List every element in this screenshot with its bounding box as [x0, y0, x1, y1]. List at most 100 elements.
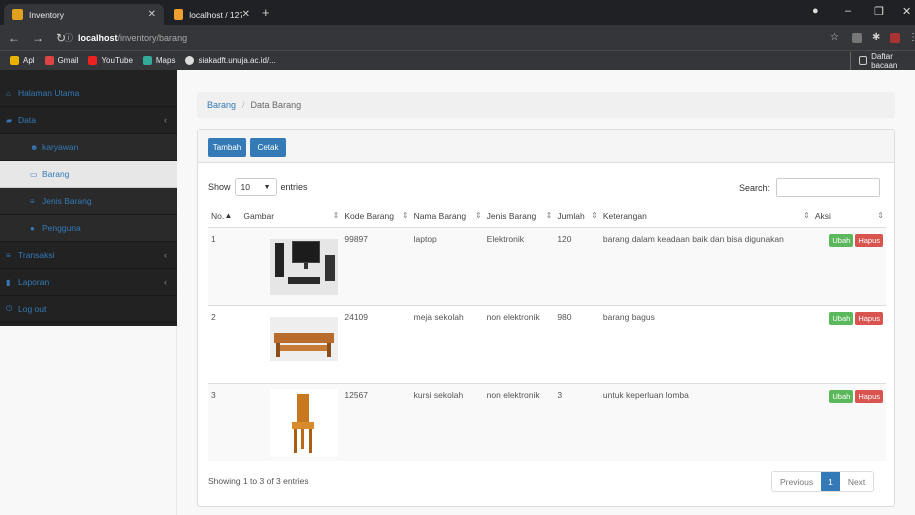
- app-favicon-icon: [12, 9, 23, 20]
- add-button[interactable]: Tambah: [208, 138, 246, 157]
- cell-jenis: non elektronik: [483, 304, 555, 383]
- sidebar-item-jenis-barang[interactable]: ≡ Jenis Barang: [0, 188, 177, 215]
- bookmarks-bar: Apl Gmail YouTube Maps siakadft.unuja.ac…: [0, 50, 915, 70]
- cell-actions: Ubah Hapus: [811, 304, 886, 383]
- entries-control: Show 10 ▼ entries: [208, 178, 308, 196]
- cell-jumlah: 120: [554, 226, 600, 305]
- cell-kode: 99897: [341, 226, 411, 305]
- file-icon: ▮: [6, 277, 11, 287]
- globe-icon: [185, 56, 195, 65]
- cell-actions: Ubah Hapus: [811, 382, 886, 461]
- sidebar-item-transaksi[interactable]: ≡ Transaksi ‹: [0, 242, 177, 269]
- puzzle-icon[interactable]: ✱: [872, 32, 880, 43]
- new-tab-icon[interactable]: +: [262, 5, 270, 20]
- sidebar-item-karyawan[interactable]: ☻ karyawan: [0, 134, 177, 161]
- sidebar-item-label: Pengguna: [42, 223, 81, 233]
- sidebar-item-barang[interactable]: ▭ Barang: [0, 161, 177, 188]
- cell-nama: laptop: [410, 226, 484, 305]
- cell-no: 3: [208, 382, 241, 461]
- edit-button[interactable]: Ubah: [829, 233, 854, 247]
- bookmark-youtube[interactable]: YouTube: [88, 56, 133, 65]
- browser-tab-bar: Inventory ✕ localhost / 127.0.0.1 / inve…: [0, 0, 915, 25]
- restore-icon[interactable]: ❐: [874, 5, 884, 18]
- school-chair-image: [270, 388, 339, 457]
- close-tab-icon[interactable]: ✕: [242, 9, 250, 20]
- maps-icon: [142, 56, 152, 65]
- next-page-button[interactable]: Next: [840, 472, 873, 491]
- minimize-icon[interactable]: –: [845, 5, 851, 17]
- cell-jumlah: 980: [554, 304, 600, 383]
- user-icon: ●: [30, 223, 35, 233]
- header-label: No.: [211, 210, 225, 221]
- forward-icon[interactable]: →: [32, 31, 44, 45]
- sort-icon: ⇕: [877, 211, 884, 220]
- sidebar-empty-area: [0, 326, 177, 515]
- delete-button[interactable]: Hapus: [855, 311, 883, 325]
- tab-inventory[interactable]: Inventory ✕: [4, 4, 164, 25]
- print-button[interactable]: Cetak: [250, 138, 286, 157]
- delete-button[interactable]: Hapus: [855, 233, 883, 247]
- breadcrumb-current: Data Barang: [250, 100, 302, 110]
- breadcrumb-barang[interactable]: Barang: [207, 100, 236, 110]
- column-header-nama[interactable]: Nama Barang ⇕: [410, 205, 484, 228]
- url-path: /inventory/barang: [117, 32, 188, 43]
- entries-select[interactable]: 10 ▼: [234, 178, 277, 196]
- cell-nama: kursi sekolah: [410, 382, 484, 461]
- sidebar-item-data[interactable]: ▰ Data ‹: [0, 107, 177, 134]
- page-1-button[interactable]: 1: [821, 472, 840, 491]
- close-tab-icon[interactable]: ✕: [148, 9, 156, 20]
- column-header-jumlah[interactable]: Jumlah ⇕: [554, 205, 600, 228]
- cell-kode: 24109: [341, 304, 411, 383]
- sidebar-item-logout[interactable]: ⏻ Log out: [0, 296, 177, 323]
- url-bar[interactable]: ⓘ localhost/inventory/barang: [62, 28, 822, 47]
- bookmark-maps[interactable]: Maps: [142, 56, 175, 65]
- tab-title: Inventory: [29, 9, 64, 20]
- edit-button[interactable]: Ubah: [829, 311, 854, 325]
- previous-page-button[interactable]: Previous: [772, 472, 821, 491]
- search-input[interactable]: [776, 178, 881, 197]
- edit-button[interactable]: Ubah: [829, 389, 854, 403]
- chevron-down-icon: ▼: [263, 183, 271, 191]
- sidebar-item-laporan[interactable]: ▮ Laporan ‹: [0, 269, 177, 296]
- chevron-left-icon: ‹: [164, 277, 167, 287]
- users-icon: ☻: [30, 142, 39, 152]
- table-header-row: No. ▲ Gambar ⇕ Kode Barang ⇕ Nama Barang ⇕ J…: [208, 205, 886, 228]
- sort-icon: ⇕: [545, 211, 553, 220]
- panel-heading: Tambah Cetak: [198, 130, 894, 163]
- chevron-left-icon: ‹: [164, 250, 167, 260]
- cell-jenis: Elektronik: [483, 226, 555, 305]
- column-header-keterangan[interactable]: Keterangan ⇕: [599, 205, 812, 228]
- column-header-jenis[interactable]: Jenis Barang ⇕: [483, 205, 555, 228]
- column-header-gambar[interactable]: Gambar ⇕: [240, 205, 342, 228]
- info-icon: ⓘ: [64, 33, 74, 43]
- sidebar-item-pengguna[interactable]: ● Pengguna: [0, 215, 177, 242]
- cell-keterangan: barang bagus: [599, 304, 812, 383]
- reading-list[interactable]: Daftar bacaan: [850, 51, 915, 70]
- column-header-kode[interactable]: Kode Barang ⇕: [341, 205, 411, 228]
- back-icon[interactable]: ←: [8, 31, 20, 45]
- sort-icon: ⇕: [332, 211, 340, 220]
- sidebar-item-halaman-utama[interactable]: ⌂ Halaman Utama: [0, 80, 177, 107]
- window-close-icon[interactable]: ✕: [902, 5, 911, 18]
- delete-button[interactable]: Hapus: [855, 389, 883, 403]
- monitor-icon: ▭: [30, 169, 38, 179]
- sidebar-top: [0, 70, 177, 80]
- avatar[interactable]: [890, 32, 900, 43]
- menu-dots-icon[interactable]: ⋮: [908, 32, 915, 43]
- sort-icon: ⇕: [401, 211, 409, 220]
- profile-icon[interactable]: ●: [812, 5, 819, 17]
- computer-image: [270, 233, 339, 301]
- bookmark-apps[interactable]: Apl: [10, 56, 35, 65]
- tab-phpmyadmin[interactable]: localhost / 127.0.0.1 / inventory ✕: [166, 4, 258, 25]
- extension-icon[interactable]: [852, 32, 862, 43]
- column-header-no[interactable]: No. ▲: [208, 205, 241, 228]
- bookmark-gmail[interactable]: Gmail: [44, 56, 78, 65]
- sidebar-item-label: Log out: [18, 304, 47, 314]
- cell-image: [240, 226, 342, 305]
- folder-icon: ▰: [6, 115, 13, 125]
- gmail-icon: [44, 56, 54, 65]
- column-header-aksi[interactable]: Aksi ⇕: [811, 205, 886, 228]
- bookmark-star-icon[interactable]: ☆: [830, 32, 839, 43]
- cell-keterangan: barang dalam keadaan baik dan bisa digun…: [599, 226, 812, 305]
- bookmark-siakad[interactable]: siakadft.unuja.ac.id/...: [185, 56, 276, 65]
